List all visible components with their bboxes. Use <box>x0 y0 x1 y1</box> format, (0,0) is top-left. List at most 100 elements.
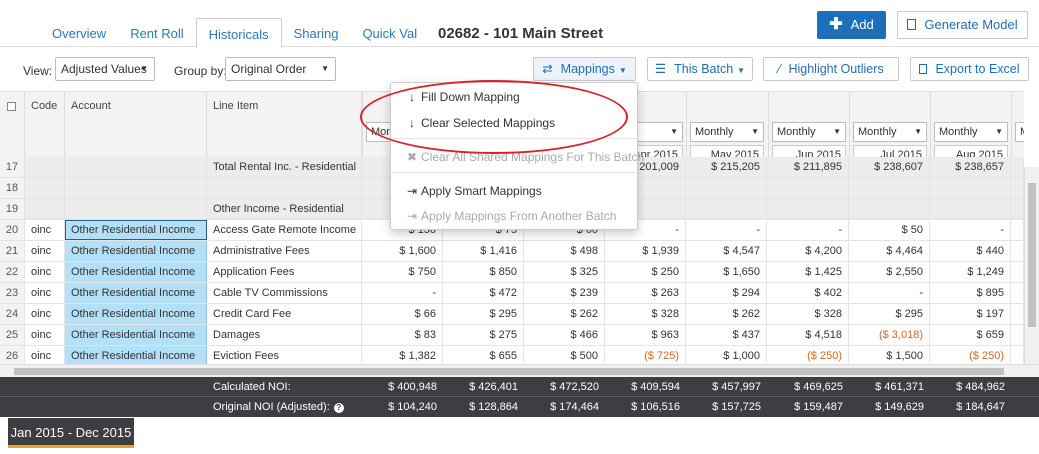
code-cell[interactable]: oinc <box>25 346 65 366</box>
value-cell[interactable]: $ 402 <box>768 283 849 303</box>
value-cell[interactable]: ($ 725) <box>605 346 686 366</box>
code-cell[interactable]: oinc <box>25 283 65 303</box>
value-cell[interactable]: $ 655 <box>443 346 524 366</box>
account-cell[interactable] <box>65 178 207 198</box>
frequency-select[interactable]: Monthly ▼ <box>934 122 1008 142</box>
value-cell[interactable]: $ 262 <box>524 304 605 324</box>
line-item-cell[interactable]: Eviction Fees <box>207 346 362 366</box>
this-batch-button[interactable]: ☰ This Batch ▼ <box>647 57 753 81</box>
account-cell[interactable]: Other Residential Income <box>65 304 207 324</box>
frequency-select[interactable]: Monthly ▼ <box>853 122 927 142</box>
value-cell[interactable]: $ 328 <box>768 304 849 324</box>
value-cell[interactable]: $ 263 <box>605 283 686 303</box>
value-cell[interactable]: $ 1,939 <box>605 241 686 261</box>
select-all-checkbox[interactable] <box>7 102 16 111</box>
period-selector[interactable]: Jan 2015 - Dec 2015 <box>8 418 134 448</box>
line-item-cell[interactable]: Damages <box>207 325 362 345</box>
row-number[interactable]: 22 <box>0 262 25 282</box>
value-cell[interactable]: $ 211,895 <box>768 157 849 177</box>
account-cell[interactable]: Other Residential Income <box>65 262 207 282</box>
value-cell[interactable]: $ 440 <box>930 241 1011 261</box>
account-cell[interactable] <box>65 199 207 219</box>
value-cell[interactable] <box>1011 157 1024 177</box>
value-cell[interactable]: $ 275 <box>443 325 524 345</box>
value-cell[interactable]: $ 239 <box>524 283 605 303</box>
value-cell[interactable] <box>686 178 767 198</box>
value-cell[interactable]: - <box>686 220 767 240</box>
vertical-scrollbar[interactable] <box>1024 167 1039 368</box>
value-cell[interactable]: $ 659 <box>930 325 1011 345</box>
value-cell[interactable] <box>930 178 1011 198</box>
value-cell[interactable]: $ 197 <box>930 304 1011 324</box>
value-cell[interactable]: $ 295 <box>443 304 524 324</box>
value-cell[interactable]: $ 238,657 <box>930 157 1011 177</box>
vertical-scroll-thumb[interactable] <box>1028 183 1036 327</box>
value-cell[interactable]: ($ 3,018) <box>849 325 930 345</box>
table-row[interactable]: 22 oinc Other Residential Income Applicatio… <box>0 262 1024 283</box>
code-cell[interactable]: oinc <box>25 304 65 324</box>
value-cell[interactable]: $ 50 <box>849 220 930 240</box>
view-select[interactable]: Adjusted Values ▼ <box>55 57 155 81</box>
value-cell[interactable] <box>768 199 849 219</box>
value-cell[interactable]: $ 498 <box>524 241 605 261</box>
table-row[interactable]: 21 oinc Other Residential Income Administra… <box>0 241 1024 262</box>
table-row[interactable]: 23 oinc Other Residential Income Cable TV C… <box>0 283 1024 304</box>
line-item-cell[interactable] <box>207 178 362 198</box>
code-cell[interactable]: oinc <box>25 220 65 240</box>
row-number[interactable]: 23 <box>0 283 25 303</box>
table-row[interactable]: 24 oinc Other Residential Income Credit Car… <box>0 304 1024 325</box>
value-cell[interactable]: $ 294 <box>686 283 767 303</box>
value-cell[interactable]: $ 850 <box>443 262 524 282</box>
code-cell[interactable] <box>25 178 65 198</box>
value-cell[interactable]: $ 4,464 <box>849 241 930 261</box>
value-cell[interactable]: $ 437 <box>686 325 767 345</box>
code-cell[interactable]: oinc <box>25 262 65 282</box>
line-item-cell[interactable]: Total Rental Inc. - Residential <box>207 157 362 177</box>
value-cell[interactable] <box>1011 241 1024 261</box>
code-cell[interactable]: oinc <box>25 241 65 261</box>
horizontal-scrollbar[interactable] <box>0 364 1039 377</box>
line-item-cell[interactable]: Application Fees <box>207 262 362 282</box>
line-item-cell[interactable]: Access Gate Remote Income <box>207 220 362 240</box>
value-cell[interactable]: $ 472 <box>443 283 524 303</box>
value-cell[interactable] <box>849 199 930 219</box>
value-cell[interactable]: $ 83 <box>362 325 443 345</box>
account-cell[interactable]: Other Residential Income <box>65 283 207 303</box>
value-cell[interactable]: $ 4,200 <box>768 241 849 261</box>
groupby-select[interactable]: Original Order ▼ <box>225 57 336 81</box>
value-cell[interactable]: $ 1,425 <box>768 262 849 282</box>
value-cell[interactable]: $ 215,205 <box>686 157 767 177</box>
value-cell[interactable]: - <box>849 283 930 303</box>
value-cell[interactable] <box>930 199 1011 219</box>
value-cell[interactable]: $ 325 <box>524 262 605 282</box>
value-cell[interactable]: $ 1,500 <box>849 346 930 366</box>
value-cell[interactable]: $ 1,600 <box>362 241 443 261</box>
value-cell[interactable]: $ 4,518 <box>768 325 849 345</box>
value-cell[interactable]: $ 963 <box>605 325 686 345</box>
code-cell[interactable] <box>25 157 65 177</box>
row-number[interactable]: 18 <box>0 178 25 198</box>
value-cell[interactable]: $ 1,249 <box>930 262 1011 282</box>
value-cell[interactable]: ($ 250) <box>768 346 849 366</box>
menu-fill-down-mapping[interactable]: ↓ Fill Down Mapping <box>391 86 637 108</box>
highlight-outliers-button[interactable]: ⁄ Highlight Outliers <box>763 57 899 81</box>
frequency-select[interactable]: Monthly ▼ <box>690 122 764 142</box>
value-cell[interactable]: $ 750 <box>362 262 443 282</box>
value-cell[interactable] <box>1011 283 1024 303</box>
account-cell[interactable]: Other Residential Income <box>65 325 207 345</box>
frequency-select[interactable]: Mon▼ <box>1015 122 1024 142</box>
account-cell[interactable]: Other Residential Income <box>65 241 207 261</box>
generate-model-button[interactable]: Generate Model <box>897 11 1028 39</box>
value-cell[interactable] <box>768 178 849 198</box>
value-cell[interactable]: - <box>768 220 849 240</box>
line-item-cell[interactable]: Other Income - Residential <box>207 199 362 219</box>
code-cell[interactable]: oinc <box>25 325 65 345</box>
frequency-select[interactable]: Monthly ▼ <box>772 122 846 142</box>
tab-rent-roll[interactable]: Rent Roll <box>118 18 195 48</box>
tab-historicals[interactable]: Historicals <box>195 18 282 48</box>
row-number[interactable]: 19 <box>0 199 25 219</box>
row-number[interactable]: 25 <box>0 325 25 345</box>
table-row[interactable]: 25 oinc Other Residential Income Damages $ 8… <box>0 325 1024 346</box>
tab-quick-val[interactable]: Quick Val <box>350 18 429 48</box>
line-item-cell[interactable]: Administrative Fees <box>207 241 362 261</box>
